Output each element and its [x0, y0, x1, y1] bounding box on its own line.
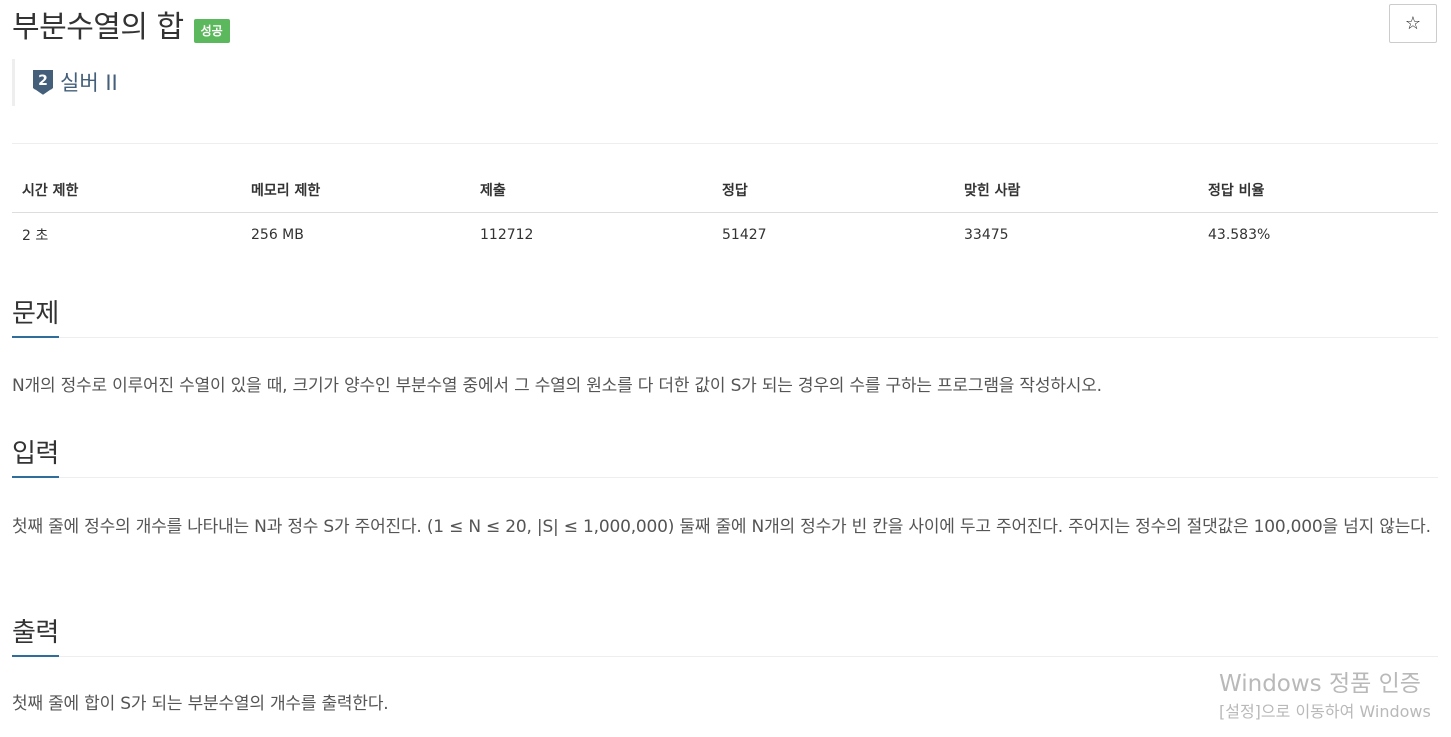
star-icon: ☆	[1404, 13, 1422, 34]
status-badge: 성공	[193, 19, 230, 43]
tier-block: 2 실버 II	[12, 59, 118, 106]
section-divider	[12, 337, 1438, 338]
description-text: N개의 정수로 이루어진 수열이 있을 때, 크기가 양수인 부분수열 중에서 …	[12, 376, 1102, 396]
silver-tier-icon: 2	[33, 69, 53, 96]
input-text: 첫째 줄에 정수의 개수를 나타내는 N과 정수 S가 주어진다. (1 ≤ N…	[12, 517, 1431, 537]
problem-page: 부분수열의 합 성공 ☆ 2 실버 II 시간 제한 메모리 제한 제출 정답 …	[0, 0, 1451, 737]
value-accept-ratio: 43.583%	[1208, 227, 1271, 243]
windows-activation-watermark-subtitle: [설정]으로 이동하여 Windows	[1219, 702, 1431, 721]
section-title-input: 입력	[12, 436, 59, 478]
info-value-row: 2 초 256 MB 112712 51427 33475 43.583%	[12, 213, 1438, 258]
header-divider	[12, 143, 1438, 144]
problem-info-table: 시간 제한 메모리 제한 제출 정답 맞힌 사람 정답 비율 2 초 256 M…	[12, 168, 1438, 257]
title-row: 부분수열의 합 성공	[12, 6, 230, 50]
value-accepted[interactable]: 51427	[712, 213, 954, 258]
value-time-limit: 2 초	[22, 228, 49, 244]
header-submissions: 제출	[470, 168, 712, 213]
header-accepted: 정답	[712, 168, 954, 213]
windows-activation-watermark-title: Windows 정품 인증	[1219, 671, 1421, 697]
section-description: 문제 N개의 정수로 이루어진 수열이 있을 때, 크기가 양수인 부분수열 중…	[12, 296, 1438, 403]
problem-title: 부분수열의 합	[12, 10, 184, 45]
info-header-row: 시간 제한 메모리 제한 제출 정답 맞힌 사람 정답 비율	[12, 168, 1438, 213]
section-divider	[12, 477, 1438, 478]
tier-number: 2	[38, 73, 48, 89]
value-submissions[interactable]: 112712	[470, 213, 712, 258]
header-memory-limit: 메모리 제한	[241, 168, 470, 213]
section-divider	[12, 656, 1438, 657]
favorite-star-button[interactable]: ☆	[1389, 4, 1437, 43]
value-solvers[interactable]: 33475	[954, 213, 1198, 258]
section-input: 입력 첫째 줄에 정수의 개수를 나타내는 N과 정수 S가 주어진다. (1 …	[12, 436, 1438, 544]
header-time-limit: 시간 제한	[12, 168, 241, 213]
value-memory-limit: 256 MB	[251, 227, 304, 243]
tier-label: 실버 II	[60, 70, 118, 95]
header-solvers: 맞힌 사람	[954, 168, 1198, 213]
header-accept-ratio: 정답 비율	[1198, 168, 1438, 213]
section-title-output: 출력	[12, 615, 59, 657]
section-title-description: 문제	[12, 296, 59, 338]
